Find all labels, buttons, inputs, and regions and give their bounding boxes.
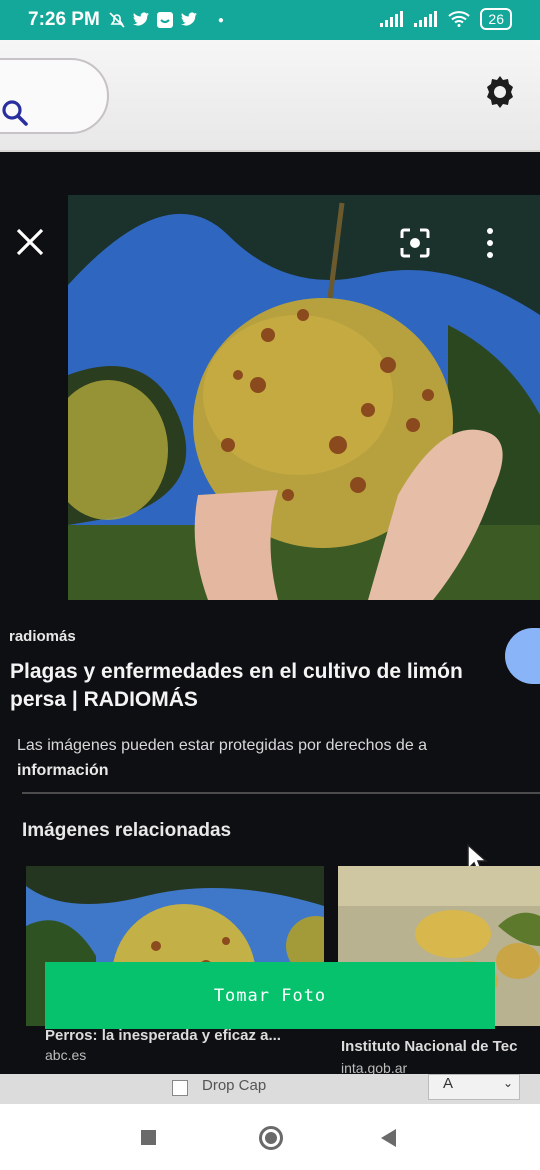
result-source: radiomás [9, 628, 76, 645]
related-caption-1: Perros: la inesperada y eficaz a... [45, 1027, 281, 1044]
related-caption-2: Instituto Nacional de Tec [341, 1038, 518, 1055]
dot-icon: ● [217, 14, 224, 26]
font-preview-letter: A [443, 1075, 454, 1092]
related-images-heading: Imágenes relacionadas [22, 820, 232, 841]
signal-icon [414, 11, 438, 27]
home-button[interactable] [259, 1126, 283, 1150]
copyright-notice: Las imágenes pueden estar protegidas por… [17, 733, 540, 783]
take-photo-button[interactable]: Tomar Foto [45, 962, 495, 1029]
twitter-icon [180, 12, 197, 26]
search-icon [2, 100, 28, 126]
back-button[interactable] [381, 1129, 396, 1147]
search-bar-area [0, 40, 540, 150]
navigation-bar [0, 1104, 540, 1170]
notification-icons: ● [108, 11, 224, 29]
camera-viewfinder: radiomás Plagas y enfermedades en el cul… [0, 40, 540, 1104]
gear-icon[interactable] [480, 72, 520, 112]
search-field[interactable] [0, 58, 109, 134]
background-document-toolbar: Drop Cap A ⌄ [0, 1074, 540, 1104]
chevron-down-icon: ⌄ [502, 1076, 513, 1090]
related-site-1: abc.es [45, 1047, 87, 1063]
divider [22, 792, 540, 794]
twitter-icon [132, 12, 149, 26]
close-icon[interactable] [14, 226, 46, 258]
result-title[interactable]: Plagas y enfermedades en el cultivo de l… [10, 658, 470, 714]
more-options-icon[interactable] [482, 226, 498, 260]
dropcap-label: Drop Cap [202, 1077, 267, 1094]
orange-photo [68, 195, 540, 600]
recents-button[interactable] [141, 1130, 156, 1145]
wifi-icon [448, 11, 471, 27]
copyright-text: Las imágenes pueden estar protegidas por… [17, 737, 428, 754]
dropcap-checkbox [172, 1080, 188, 1096]
status-time: 7:26 PM [28, 9, 100, 30]
battery-indicator: 26 [480, 8, 512, 30]
do-not-disturb-icon [109, 12, 125, 28]
font-preview: A ⌄ [428, 1074, 520, 1100]
lens-icon[interactable] [398, 226, 432, 260]
info-link[interactable]: información [17, 762, 109, 779]
messages-icon [156, 12, 173, 28]
status-bar: 7:26 PM ● 26 [0, 0, 540, 40]
status-right-icons: 26 [380, 8, 512, 30]
signal-icon [380, 11, 404, 27]
